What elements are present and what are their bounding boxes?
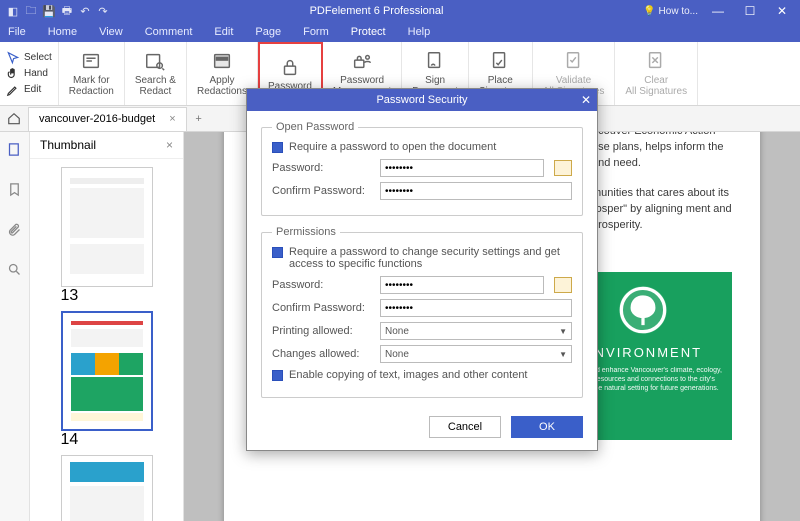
titlebar: ◧ 🗀 💾 🖶 ↶ ↷ PDFelement 6 Professional 💡 … [0,0,800,22]
search-redact-button[interactable]: Search & Redact [125,42,187,105]
menubar: File Home View Comment Edit Page Form Pr… [0,22,800,42]
app-title: PDFelement 6 Professional [116,5,637,17]
save-icon[interactable]: 💾 [42,4,56,18]
clear-sig-icon [645,50,667,72]
open-password-input[interactable] [380,159,544,177]
checkbox-icon [272,142,283,153]
maximize-button[interactable]: ☐ [738,4,762,18]
clear-signatures-button[interactable]: Clear All Signatures [615,42,698,105]
attachment-icon[interactable] [7,222,22,242]
menu-comment[interactable]: Comment [145,26,193,38]
menu-page[interactable]: Page [255,26,281,38]
side-rail [0,132,30,521]
permissions-group: Permissions Require a password to change… [261,226,583,398]
require-permissions-password-checkbox[interactable]: Require a password to change security se… [272,246,572,270]
menu-protect[interactable]: Protect [351,26,386,38]
lock-icon [279,56,301,78]
cursor-tools-group: Select Hand Edit [0,42,59,105]
thumb-page-15[interactable] [61,455,153,521]
doc-tab-vancouver[interactable]: vancouver-2016-budget × [28,107,187,131]
perm-confirm-password-input[interactable] [380,299,572,317]
chevron-down-icon: ▼ [559,327,567,336]
open-icon[interactable]: 🗀 [24,4,38,18]
undo-icon[interactable]: ↶ [78,4,92,18]
thumbnail-panel-title: Thumbnail [40,138,96,152]
menu-view[interactable]: View [99,26,123,38]
thumbnail-panel: Thumbnail × 13 [30,132,184,521]
quick-access-toolbar: ◧ 🗀 💾 🖶 ↶ ↷ [0,4,116,18]
tree-icon [617,284,669,336]
close-button[interactable]: ✕ [770,4,794,18]
menu-form[interactable]: Form [303,26,329,38]
cursor-icon [6,51,20,65]
redo-icon[interactable]: ↷ [96,4,110,18]
dialog-close-icon[interactable]: ✕ [581,93,591,107]
home-icon [7,112,21,126]
lightbulb-icon: 💡 [643,6,655,17]
ok-button[interactable]: OK [511,416,583,438]
checkbox-icon [272,370,283,381]
search-redact-icon [144,50,166,72]
select-tool[interactable]: Select [6,51,52,65]
print-icon[interactable]: 🖶 [60,4,74,18]
chevron-down-icon: ▼ [559,350,567,359]
password-security-dialog: Password Security ✕ Open Password Requir… [246,88,598,451]
apply-redactions-icon [211,50,233,72]
require-open-password-checkbox[interactable]: Require a password to open the document [272,141,572,153]
bookmark-icon[interactable] [7,182,22,202]
app-window: ◧ 🗀 💾 🖶 ↶ ↷ PDFelement 6 Professional 💡 … [0,0,800,521]
dialog-titlebar: Password Security ✕ [247,89,597,111]
thumbnails-icon[interactable] [7,142,22,162]
hand-icon [6,67,20,81]
search-icon-rail[interactable] [7,262,22,282]
menu-help[interactable]: Help [408,26,431,38]
enable-copying-checkbox[interactable]: Enable copying of text, images and other… [272,369,572,381]
thumb-page-13[interactable] [61,167,153,287]
checkbox-icon [272,247,283,258]
hand-tool[interactable]: Hand [6,67,52,81]
redaction-mark-icon [80,50,102,72]
close-panel-icon[interactable]: × [166,138,173,152]
pencil-icon [6,83,20,97]
sign-doc-icon [424,50,446,72]
printing-allowed-select[interactable]: None ▼ [380,322,572,340]
app-logo-icon: ◧ [6,4,20,18]
thumb-page-14[interactable] [61,311,153,431]
show-password-button[interactable] [554,160,572,176]
new-tab-button[interactable]: + [187,113,211,125]
mark-redaction-button[interactable]: Mark for Redaction [59,42,125,105]
perm-password-input[interactable] [380,276,544,294]
edit-tool[interactable]: Edit [6,83,52,97]
show-perm-password-button[interactable] [554,277,572,293]
home-tab-button[interactable] [0,112,28,126]
lock-user-icon [351,50,373,72]
minimize-button[interactable]: — [706,4,730,18]
menu-home[interactable]: Home [48,26,77,38]
signature-icon [489,50,511,72]
paragraph-2: munities that cares about its rosper" by… [592,186,732,234]
open-confirm-password-input[interactable] [380,182,572,200]
paragraph-1: get and five-year financial 2020 Action … [592,132,732,172]
changes-allowed-select[interactable]: None ▼ [380,345,572,363]
open-password-group: Open Password Require a password to open… [261,121,583,216]
how-to-link[interactable]: 💡 How to... [643,6,698,17]
close-tab-icon[interactable]: × [169,113,175,125]
validate-icon [563,50,585,72]
cancel-button[interactable]: Cancel [429,416,501,438]
menu-edit[interactable]: Edit [214,26,233,38]
menu-file[interactable]: File [8,26,26,38]
